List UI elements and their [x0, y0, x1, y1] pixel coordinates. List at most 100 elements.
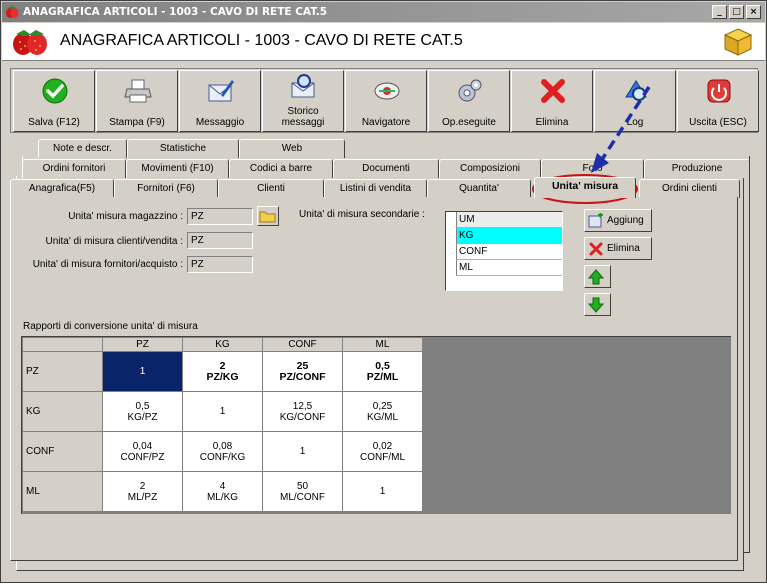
tab-customers[interactable]: Clienti — [218, 179, 324, 198]
column-header[interactable]: ML — [342, 337, 423, 352]
toolbar: Salva (F12) Stampa (F9) Messaggio Storic… — [10, 68, 759, 133]
tab-suppliers[interactable]: Fornitori (F6) — [114, 179, 218, 198]
grid-cell[interactable]: 4 ML/KG — [182, 471, 263, 512]
grid-cell[interactable]: 1 — [182, 391, 263, 432]
column-header[interactable]: KG — [182, 337, 263, 352]
grid-cell[interactable]: 12,5 KG/CONF — [262, 391, 343, 432]
grid-cell[interactable]: 1 — [102, 351, 183, 392]
row-header[interactable]: ML — [22, 471, 103, 512]
list-item[interactable]: ML — [456, 260, 562, 276]
tab-supplier-orders[interactable]: Ordini fornitori — [22, 159, 126, 178]
table-row: CONF 0,04 CONF/PZ 0,08 CONF/KG 1 0,02 CONF/… — [22, 431, 423, 472]
move-up-button[interactable] — [584, 265, 611, 288]
grid-cell[interactable]: 1 — [342, 471, 423, 512]
grid-cell[interactable]: 2 ML/PZ — [102, 471, 183, 512]
tab-barcodes[interactable]: Codici a barre — [229, 159, 333, 178]
log-button[interactable]: Log — [594, 70, 676, 132]
red-x-icon — [589, 242, 603, 256]
customers-unit-label: Unita' di misura clienti/vendita : — [45, 236, 183, 247]
tab-note[interactable]: Note e descr. — [38, 139, 127, 158]
arrow-up-icon — [588, 269, 604, 285]
conversion-grid[interactable]: PZ KG CONF ML PZ 1 2 PZ/KG 25 PZ/CONF 0,5 P… — [21, 336, 731, 514]
grid-cell[interactable]: 0,04 CONF/PZ — [102, 431, 183, 472]
secondary-units-list[interactable]: UM KG CONF ML — [445, 211, 563, 291]
add-unit-button[interactable]: Aggiung — [584, 209, 652, 232]
grid-cell[interactable]: 0,08 CONF/KG — [182, 431, 263, 472]
log-label: Log — [626, 117, 644, 128]
gears-icon — [458, 79, 482, 102]
customers-unit-field[interactable]: PZ — [187, 232, 253, 249]
red-x-icon — [541, 79, 565, 103]
row-header[interactable]: CONF — [22, 431, 103, 472]
list-item[interactable]: KG — [456, 228, 562, 244]
table-row: PZ 1 2 PZ/KG 25 PZ/CONF 0,5 PZ/ML — [22, 351, 423, 392]
boxes-icon — [723, 28, 753, 56]
warehouse-unit-field[interactable]: PZ — [187, 208, 253, 225]
print-button[interactable]: Stampa (F9) — [96, 70, 178, 132]
tab-production[interactable]: Produzione — [644, 159, 750, 178]
grid-cell[interactable]: 0,02 CONF/ML — [342, 431, 423, 472]
table-row: ML 2 ML/PZ 4 ML/KG 50 ML/CONF 1 — [22, 471, 423, 512]
grid-cell[interactable]: 0,25 KG/ML — [342, 391, 423, 432]
title-bar[interactable]: ANAGRAFICA ARTICOLI - 1003 - CAVO DI RET… — [2, 2, 765, 22]
window-title: ANAGRAFICA ARTICOLI - 1003 - CAVO DI RET… — [23, 6, 328, 18]
navigator-label: Navigatore — [361, 117, 411, 128]
grid-cell[interactable]: 25 PZ/CONF — [262, 351, 343, 392]
tab-compositions[interactable]: Composizioni — [439, 159, 541, 178]
tab-documents[interactable]: Documenti — [333, 159, 439, 178]
add-unit-label: Aggiung — [607, 215, 644, 226]
secondary-units-header: UM — [456, 212, 562, 228]
grid-cell[interactable]: 0,5 PZ/ML — [342, 351, 423, 392]
operations-label: Op.eseguite — [442, 117, 496, 128]
navigator-button[interactable]: Navigatore — [345, 70, 427, 132]
save-button[interactable]: Salva (F12) — [13, 70, 95, 132]
envelope-pen-icon — [208, 80, 234, 102]
strawberry-logo-icon — [13, 30, 47, 55]
warehouse-unit-browse-button[interactable] — [257, 206, 279, 226]
check-icon — [42, 78, 68, 104]
grid-cell[interactable]: 1 — [262, 431, 343, 472]
minimize-button[interactable]: _ — [712, 5, 727, 19]
add-icon — [588, 213, 603, 228]
message-history-button[interactable]: Storico messaggi — [262, 70, 344, 132]
maximize-button[interactable]: □ — [729, 5, 744, 19]
delete-unit-label: Elimina — [607, 243, 640, 254]
list-item[interactable]: CONF — [456, 244, 562, 260]
row-header[interactable]: KG — [22, 391, 103, 432]
column-header[interactable]: CONF — [262, 337, 343, 352]
column-header[interactable]: PZ — [102, 337, 183, 352]
app-window: ANAGRAFICA ARTICOLI - 1003 - CAVO DI RET… — [0, 0, 767, 583]
conversion-table: PZ KG CONF ML PZ 1 2 PZ/KG 25 PZ/CONF 0,5 P… — [22, 337, 423, 512]
warehouse-unit-label: Unita' misura magazzino : — [68, 211, 183, 222]
grid-cell[interactable]: 50 ML/CONF — [262, 471, 343, 512]
message-label: Messaggio — [195, 117, 245, 128]
units-panel: Unita' misura magazzino : PZ Unita' di m… — [10, 197, 738, 561]
tab-photo[interactable]: Foto — [541, 159, 644, 178]
move-down-button[interactable] — [584, 293, 611, 316]
tab-price-lists[interactable]: Listini di vendita — [324, 179, 427, 198]
operations-button[interactable]: Op.eseguite — [428, 70, 510, 132]
arrow-down-icon — [588, 297, 604, 313]
close-button[interactable]: × — [746, 5, 761, 19]
suppliers-unit-field[interactable]: PZ — [187, 256, 253, 273]
grid-corner — [22, 337, 103, 352]
tab-master-data[interactable]: Anagrafica(F5) — [10, 179, 114, 198]
tab-movements[interactable]: Movimenti (F10) — [126, 159, 229, 178]
header: ANAGRAFICA ARTICOLI - 1003 - CAVO DI RET… — [2, 23, 765, 61]
tab-statistics[interactable]: Statistiche — [127, 139, 239, 158]
tab-quantity[interactable]: Quantita' — [427, 179, 531, 198]
grid-cell[interactable]: 0,5 KG/PZ — [102, 391, 183, 432]
grid-cell[interactable]: 2 PZ/KG — [182, 351, 263, 392]
tab-customer-orders[interactable]: Ordini clienti — [639, 179, 740, 198]
suppliers-unit-label: Unita' di misura fornitori/acquisto : — [32, 259, 183, 270]
tab-units-of-measure[interactable]: Unita' misura — [534, 177, 636, 198]
row-header[interactable]: PZ — [22, 351, 103, 392]
conversion-title: Rapporti di conversione unita' di misura — [23, 321, 198, 332]
delete-label: Elimina — [535, 117, 569, 128]
message-button[interactable]: Messaggio — [179, 70, 261, 132]
tab-web[interactable]: Web — [239, 139, 345, 158]
exit-button[interactable]: Uscita (ESC) — [677, 70, 759, 132]
exit-label: Uscita (ESC) — [689, 117, 747, 128]
delete-button[interactable]: Elimina — [511, 70, 593, 132]
delete-unit-button[interactable]: Elimina — [584, 237, 652, 260]
